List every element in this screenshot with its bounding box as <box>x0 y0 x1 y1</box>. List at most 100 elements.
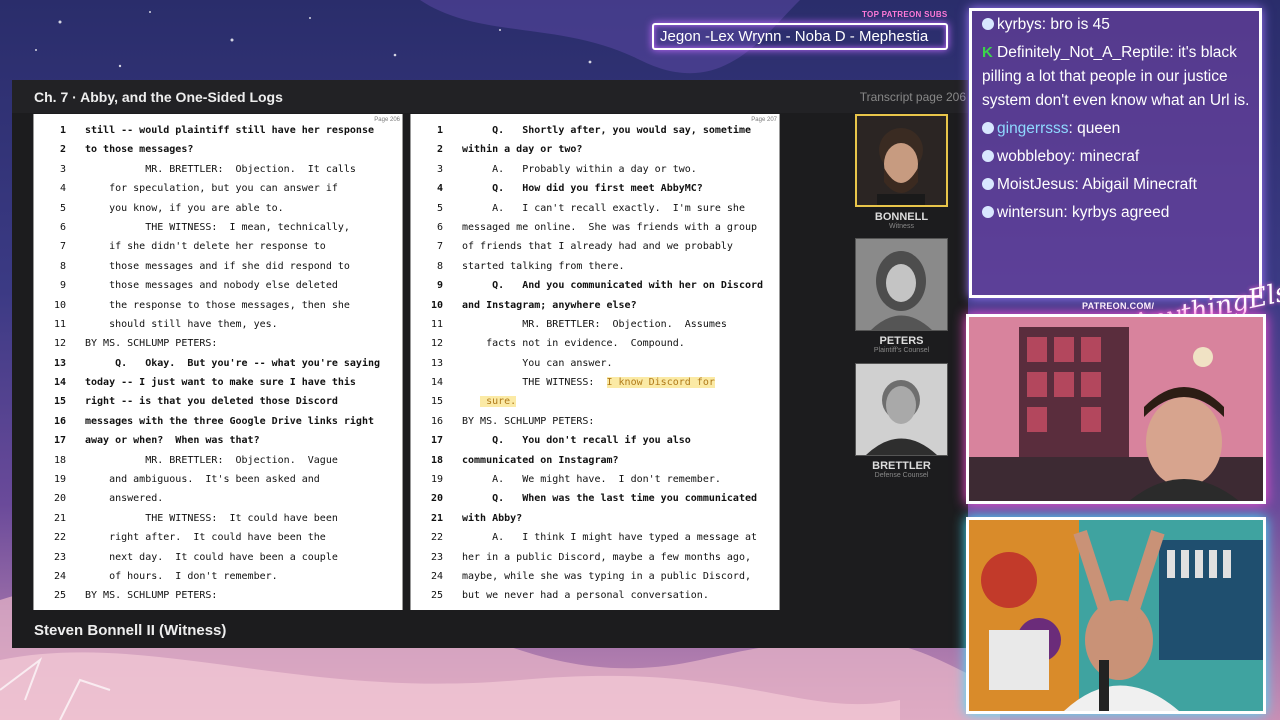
transcript-page-label: Transcript page 206 <box>859 90 966 104</box>
line-number: 10 <box>430 299 443 311</box>
line-number: 20 <box>430 493 443 505</box>
chat-username[interactable]: Definitely_Not_A_Reptile <box>997 44 1169 61</box>
transcript-line: 15 sure. <box>411 394 779 413</box>
line-text: messaged me online. She was friends with… <box>462 221 758 233</box>
chat-username[interactable]: gingerrsss <box>997 120 1069 137</box>
transcript-line: 19 A. We might have. I don't remember. <box>411 472 779 491</box>
transcript-line: 1 still -- would plaintiff still have her… <box>34 123 402 142</box>
chat-message: wintersun: kyrbys agreed <box>972 199 1259 227</box>
transcript-line: 12 BY MS. SCHLUMP PETERS: <box>34 336 402 355</box>
line-number: 18 <box>53 454 66 466</box>
line-number: 5 <box>59 202 66 214</box>
top-patreon-subs-label: TOP PATREON SUBS <box>862 10 948 19</box>
transcript-line: 7 if she didn't delete her response to <box>34 239 402 258</box>
highlighted-text: sure. <box>480 396 517 408</box>
transcript-line: 2 to those messages? <box>34 142 402 161</box>
line-number: 1 <box>59 125 66 136</box>
line-number: 19 <box>53 474 66 486</box>
chat-username[interactable]: wintersun <box>997 204 1063 221</box>
transcript-line: 18 MR. BRETTLER: Objection. Vague <box>34 453 402 472</box>
line-text: those messages and nobody else deleted <box>85 280 338 292</box>
line-number: 18 <box>430 454 443 466</box>
transcript-line: 23 next day. It could have been a couple <box>34 550 402 569</box>
line-number: 11 <box>430 318 443 330</box>
transcript-line: 8 started talking from there. <box>411 259 779 278</box>
line-number: 7 <box>436 241 443 253</box>
transcript-line: 23 her in a public Discord, maybe a few m… <box>411 550 779 569</box>
line-number: 16 <box>53 415 66 427</box>
panel-header: Ch. 7 · Abby, and the One-Sided Logs Tra… <box>12 80 968 113</box>
line-text: maybe, while she was typing in a public … <box>462 570 751 582</box>
line-number: 4 <box>59 183 66 195</box>
webcam-top <box>966 314 1266 504</box>
transcript-line: 6 messaged me online. She was friends wit… <box>411 220 779 239</box>
line-number: 7 <box>59 241 66 253</box>
participant-name: PETERS <box>879 335 924 347</box>
transcript-line: 21 THE WITNESS: It could have been <box>34 511 402 530</box>
chat-username[interactable]: MoistJesus <box>997 176 1075 193</box>
chat-text: minecraf <box>1075 148 1140 165</box>
line-text: and ambiguous. It's been asked and <box>85 474 320 486</box>
line-number: 24 <box>53 570 66 582</box>
line-number: 15 <box>53 396 66 408</box>
line-text: and Instagram; anywhere else? <box>462 299 637 311</box>
avatar <box>855 114 948 207</box>
line-text: A. Probably within a day or two. <box>462 163 697 175</box>
transcript-lines: 1 still -- would plaintiff still have her… <box>34 123 402 608</box>
transcript-line: 10 the response to those messages, then … <box>34 298 402 317</box>
line-number: 22 <box>53 532 66 544</box>
line-text: still -- would plaintiff still have her … <box>85 125 374 136</box>
participant-role: Plaintiff's Counsel <box>873 347 930 354</box>
transcript-line: 22 right after. It could have been the <box>34 530 402 549</box>
line-number: 3 <box>59 163 66 175</box>
transcript-page-left: Page 206 1 still -- would plaintiff still… <box>33 114 403 610</box>
line-number: 21 <box>53 512 66 524</box>
transcript-line: 7 of friends that I already had and we pr… <box>411 239 779 258</box>
transcript-line: 13 You can answer. <box>411 356 779 375</box>
participant-name: BRETTLER <box>872 460 931 472</box>
transcript-line: 5 you know, if you are able to. <box>34 201 402 220</box>
line-text: MR. BRETTLER: Objection. Assumes <box>462 318 727 330</box>
chat-badge-icon <box>982 206 994 218</box>
chat-panel: kyrbys: bro is 45 K Definitely_Not_A_Repti… <box>969 8 1262 298</box>
chat-text: Abigail Minecraft <box>1078 176 1197 193</box>
transcript-line: 10 and Instagram; anywhere else? <box>411 298 779 317</box>
line-text: Q. And you communicated with her on Disc… <box>462 280 764 292</box>
transcript-line: 15 right -- is that you deleted those Dis… <box>34 394 402 413</box>
avatar <box>855 363 948 456</box>
transcript-line: 20 answered. <box>34 491 402 510</box>
chat-badge-icon <box>982 122 994 134</box>
line-text: next day. It could have been a couple <box>85 551 338 563</box>
line-text: should still have them, yes. <box>85 318 278 330</box>
chat-badge-icon <box>982 150 994 162</box>
line-number: 3 <box>436 163 443 175</box>
chat-username[interactable]: wobbleboy <box>997 148 1071 165</box>
chat-message: gingerrsss: queen <box>972 115 1259 143</box>
line-number: 17 <box>430 435 443 447</box>
transcript-panel: Ch. 7 · Abby, and the One-Sided Logs Tra… <box>12 80 968 648</box>
transcript-line: 9 those messages and nobody else deleted <box>34 278 402 297</box>
chat-username[interactable]: kyrbys <box>997 16 1042 33</box>
line-number: 10 <box>53 299 66 311</box>
line-number: 23 <box>430 551 443 563</box>
line-number: 16 <box>430 415 443 427</box>
transcript-line: 16 messages with the three Google Drive l… <box>34 414 402 433</box>
avatar <box>855 238 948 331</box>
webcam-bottom <box>966 517 1266 714</box>
line-number: 14 <box>430 377 443 389</box>
chat-message: K Definitely_Not_A_Reptile: it's black pi… <box>972 39 1259 115</box>
line-text: with Abby? <box>462 512 523 524</box>
line-text: MR. BRETTLER: Objection. It calls <box>85 163 356 175</box>
transcript-line: 9 Q. And you communicated with her on Di… <box>411 278 779 297</box>
transcript-line: 21 with Abby? <box>411 511 779 530</box>
line-number: 12 <box>430 338 443 350</box>
transcript-line: 4 Q. How did you first meet AbbyMC? <box>411 181 779 200</box>
transcript-line: 24 maybe, while she was typing in a publi… <box>411 569 779 588</box>
line-number: 13 <box>430 357 443 369</box>
line-number: 6 <box>436 221 443 233</box>
participant-bonnell: BONNELL Witness <box>854 114 949 230</box>
line-text: Q. How did you first meet AbbyMC? <box>462 183 703 195</box>
line-text: you know, if you are able to. <box>85 202 284 214</box>
line-text: away or when? When was that? <box>85 435 260 447</box>
transcript-line: 14 THE WITNESS: THE WITNESS: I know Disc… <box>411 375 779 394</box>
